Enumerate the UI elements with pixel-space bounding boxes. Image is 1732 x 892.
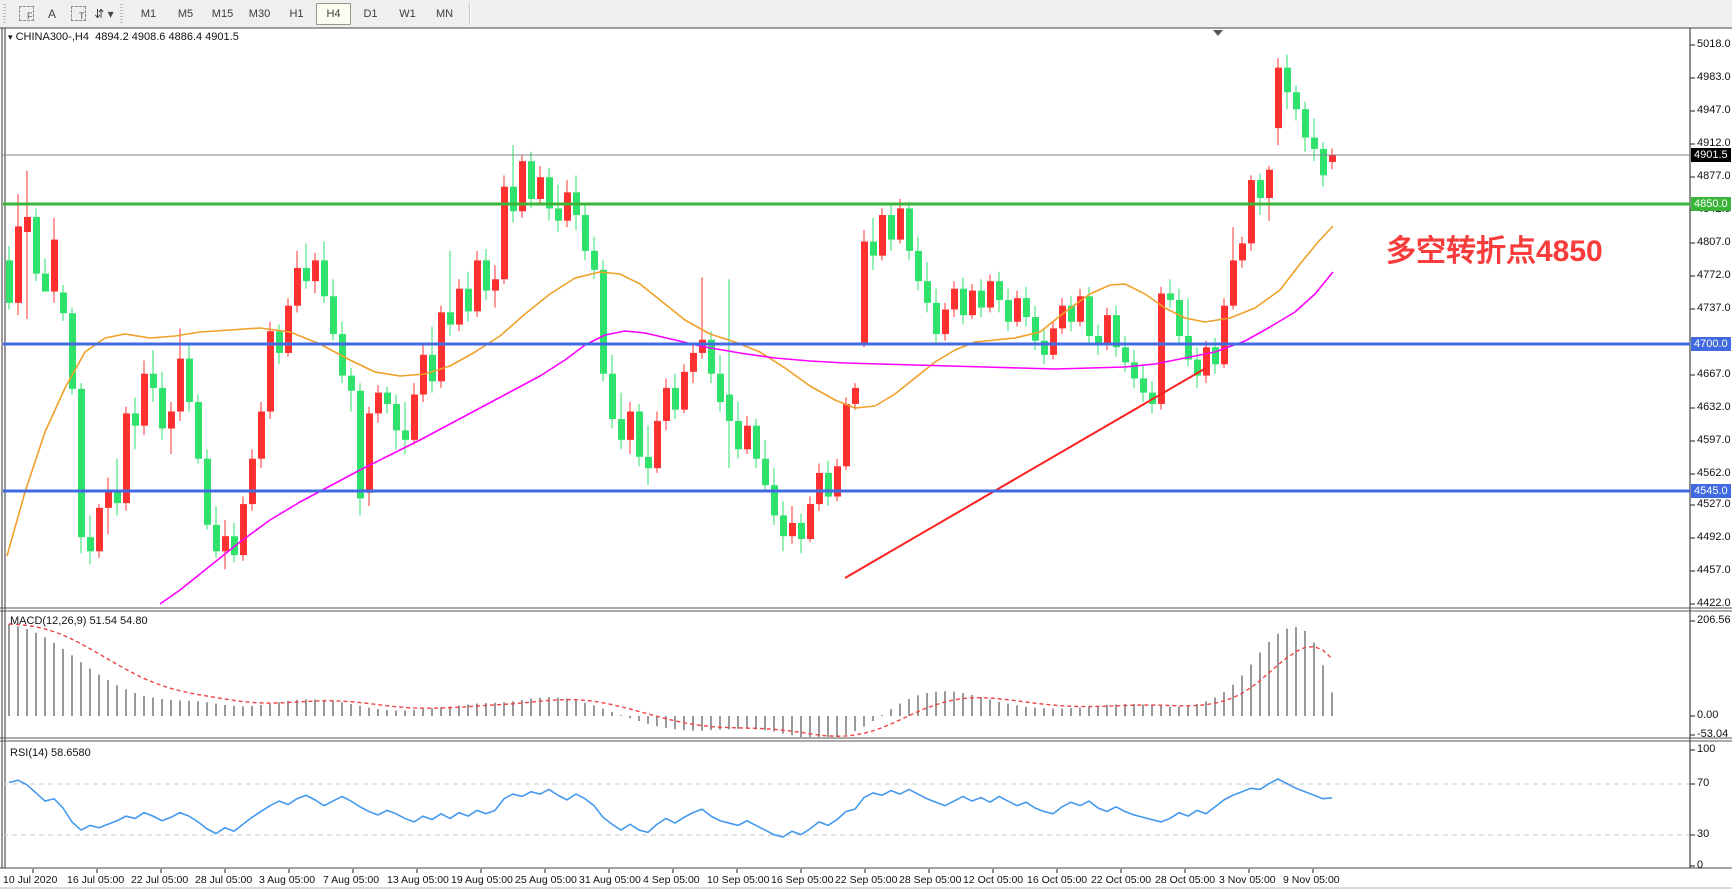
rsi-tick: 30 [1697, 828, 1709, 840]
text-box-t-icon-glyph: T [71, 6, 86, 21]
macd-tick: 0.00 [1697, 709, 1718, 721]
time-tick: 3 Aug 05:00 [259, 874, 315, 886]
rsi-tick: 100 [1697, 743, 1715, 755]
chart-canvas[interactable] [0, 0, 1732, 892]
rsi-tick: 70 [1697, 777, 1709, 789]
time-tick: 28 Oct 05:00 [1155, 874, 1215, 886]
price-tick: 4667.0 [1697, 368, 1731, 380]
price-tick: 4562.0 [1697, 467, 1731, 479]
timeframe-button-m5[interactable]: M5 [168, 3, 203, 25]
price-level-badge-4700.0: 4700.0 [1691, 337, 1731, 351]
time-tick: 10 Jul 2020 [3, 874, 57, 886]
time-tick: 22 Jul 05:00 [131, 874, 188, 886]
price-tick: 4807.0 [1697, 236, 1731, 248]
toolbar-separator [469, 3, 471, 25]
time-tick: 28 Jul 05:00 [195, 874, 252, 886]
price-level-badge-4545.0: 4545.0 [1691, 484, 1731, 498]
timeframe-grip-handle[interactable] [120, 4, 127, 24]
price-tick: 4947.0 [1697, 104, 1731, 116]
rsi-tick: 0 [1697, 859, 1703, 871]
macd-tick: -53.04 [1697, 728, 1728, 740]
time-tick: 28 Sep 05:00 [899, 874, 961, 886]
time-tick: 9 Nov 05:00 [1283, 874, 1340, 886]
rsi-label: RSI(14) 58.6580 [10, 747, 91, 759]
timeframe-button-h1[interactable]: H1 [279, 3, 314, 25]
time-tick: 25 Aug 05:00 [515, 874, 577, 886]
time-tick: 7 Aug 05:00 [323, 874, 379, 886]
toolbar: FAT ⇵ ▾ M1M5M15M30H1H4D1W1MN [0, 0, 1732, 28]
time-tick: 12 Oct 05:00 [963, 874, 1023, 886]
time-tick: 16 Oct 05:00 [1027, 874, 1087, 886]
time-tick: 22 Oct 05:00 [1091, 874, 1151, 886]
time-tick: 22 Sep 05:00 [835, 874, 897, 886]
price-tick: 4632.0 [1697, 401, 1731, 413]
rsi-pane[interactable] [3, 779, 1690, 837]
macd-tick: 206.56 [1697, 614, 1731, 626]
price-tick: 4737.0 [1697, 302, 1731, 314]
time-tick: 19 Aug 05:00 [451, 874, 513, 886]
text-box-t-icon[interactable]: T [66, 4, 90, 24]
timeframe-button-m1[interactable]: M1 [131, 3, 166, 25]
main-price-pane[interactable] [6, 54, 1336, 604]
timeframe-button-h4[interactable]: H4 [316, 3, 351, 25]
price-tick: 5018.0 [1697, 38, 1731, 50]
price-annotation-text[interactable]: 多空转折点4850 [1386, 226, 1603, 270]
dashed-frame-f-icon-glyph: F [19, 6, 34, 21]
timeframe-button-d1[interactable]: D1 [353, 3, 388, 25]
timeframe-button-m15[interactable]: M15 [205, 3, 240, 25]
font-a-icon[interactable]: A [40, 4, 64, 24]
macd-label: MACD(12,26,9) 51.54 54.80 [10, 615, 148, 627]
time-tick: 31 Aug 05:00 [579, 874, 641, 886]
price-tick: 4457.0 [1697, 564, 1731, 576]
symbol-title[interactable]: ▾ CHINA300-,H4 4894.2 4908.6 4886.4 4901… [8, 31, 239, 43]
price-tick: 4492.0 [1697, 531, 1731, 543]
time-tick: 10 Sep 05:00 [707, 874, 769, 886]
price-level-badge-4850.0: 4850.0 [1691, 197, 1731, 211]
toolbar-grip-handle[interactable] [3, 4, 10, 24]
price-tick: 4422.0 [1697, 597, 1731, 609]
time-tick: 4 Sep 05:00 [643, 874, 700, 886]
trading-terminal: FAT ⇵ ▾ M1M5M15M30H1H4D1W1MN ▾ CHINA300-,… [0, 0, 1732, 892]
price-tick: 4983.0 [1697, 71, 1731, 83]
price-tick: 4527.0 [1697, 498, 1731, 510]
time-tick: 13 Aug 05:00 [387, 874, 449, 886]
macd-pane[interactable] [9, 624, 1332, 740]
timeframe-button-w1[interactable]: W1 [390, 3, 425, 25]
price-level-badge-4901.5: 4901.5 [1691, 148, 1731, 162]
price-tick: 4877.0 [1697, 170, 1731, 182]
timeframe-button-m30[interactable]: M30 [242, 3, 277, 25]
time-tick: 3 Nov 05:00 [1219, 874, 1276, 886]
timeframe-button-mn[interactable]: MN [427, 3, 462, 25]
time-tick: 16 Sep 05:00 [771, 874, 833, 886]
symbol-ohlc: 4894.2 4908.6 4886.4 4901.5 [95, 31, 239, 43]
price-tick: 4772.0 [1697, 269, 1731, 281]
toolbar-tools: FAT ⇵ ▾ [13, 4, 117, 24]
dashed-frame-f-icon[interactable]: F [14, 4, 38, 24]
timeframe-group: M1M5M15M30H1H4D1W1MN [130, 3, 463, 25]
symbol-dropdown-icon[interactable]: ▾ [8, 32, 13, 42]
time-tick: 16 Jul 05:00 [67, 874, 124, 886]
price-tick: 4597.0 [1697, 434, 1731, 446]
symbol-name: CHINA300-,H4 [16, 31, 89, 43]
cursor-dropdown-icon[interactable]: ⇵ ▾ [92, 4, 116, 24]
